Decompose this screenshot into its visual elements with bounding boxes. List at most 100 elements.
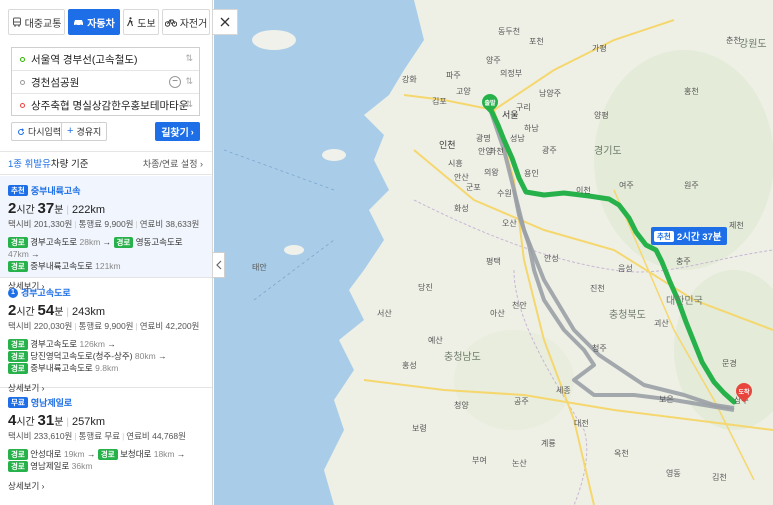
close-icon [220, 17, 230, 27]
transport-mode-tabs: 대중교통 자동차 도보 자전거 [8, 9, 210, 35]
route-name: 경부고속도로 [21, 288, 71, 298]
reset-button[interactable]: 다시입력 [11, 122, 68, 141]
map-label-boryeong: 보령 [412, 424, 427, 433]
route-option[interactable]: 추천 중부내륙고속 2 시간 37 분 | 222km 택시비 201,330원 | 통행료… [0, 176, 212, 291]
refresh-icon [18, 127, 25, 135]
map-label-hwaseong: 화성 [454, 204, 469, 213]
map-label-seosan: 서산 [377, 309, 392, 318]
vehicle-basis-bar: 1종 휘발유 차량 기준 차종/연료 설정 › [0, 151, 212, 175]
map-label-yongin: 용인 [524, 169, 539, 178]
drag-handle-icon[interactable]: ⇅ [185, 77, 193, 86]
map-label-sejong: 세종 [556, 386, 571, 395]
map-label-chungnam: 충청남도 [444, 352, 481, 363]
map-label-suwon: 수원 [497, 189, 512, 198]
map-label-gyeonggi: 경기도 [594, 146, 622, 157]
map-label-uiwang: 의왕 [484, 168, 499, 177]
add-waypoint-button[interactable]: + 경유지 [61, 122, 108, 141]
waypoint-dot-icon [20, 79, 25, 85]
map-label-paju: 파주 [446, 71, 461, 80]
map-label-incheon: 인천 [439, 140, 456, 150]
map-label-wonju: 원주 [684, 181, 699, 190]
tab-car[interactable]: 자동차 [68, 9, 120, 35]
map-label-mungyeong: 문경 [722, 359, 737, 368]
map-label-jecheon: 제천 [729, 221, 744, 230]
map-label-cheongju: 청주 [592, 344, 607, 353]
route-tag: 무료 [8, 397, 28, 408]
route-option[interactable]: 1 경부고속도로 2 시간 54 분 | 243km 택시비 220,030원 | 통행료 … [0, 278, 212, 393]
drag-handle-icon[interactable]: ⇅ [185, 54, 193, 63]
map-label-yesan: 예산 [428, 336, 443, 345]
map-label-namyangju: 남양주 [539, 89, 562, 98]
directions-panel: 대중교통 자동차 도보 자전거 서울역 경부선(고속철도) ⇅ 경천섬공원 − … [0, 0, 213, 505]
route-time-label[interactable]: 추천 2시간 37분 [651, 227, 727, 245]
remove-waypoint-icon[interactable]: − [169, 76, 181, 88]
tab-walk[interactable]: 도보 [123, 9, 159, 35]
waypoint-value: 경천섬공원 [31, 76, 80, 89]
route-costs: 택시비 220,030원 | 통행료 9,900원 | 연료비 42,200원 [8, 321, 200, 331]
waypoint-field[interactable]: 경천섬공원 − ⇅ [12, 71, 199, 94]
map-label-gwangmyeong: 광명 [476, 134, 491, 143]
route-time-tag: 추천 [654, 230, 674, 242]
map-label-chuncheon: 춘천 [726, 36, 741, 45]
map-canvas[interactable] [214, 0, 773, 505]
map-label-pocheon: 포천 [529, 37, 544, 46]
map-label-eumseong: 음성 [618, 264, 633, 273]
map-label-cheongyang: 청양 [454, 401, 469, 410]
destination-field[interactable]: 상주축협 명실상감한우홍보테마타운 ⇅ [12, 94, 199, 117]
map-label-dongducheon: 동두천 [498, 27, 521, 36]
route-costs: 택시비 201,330원 | 통행료 9,900원 | 연료비 38,633원 [8, 219, 200, 229]
bike-icon [164, 19, 177, 27]
route-name: 중부내륙고속 [30, 186, 81, 196]
map-label-chungju: 충주 [676, 257, 691, 266]
map-view[interactable]: 서울 인천 경기도 강원도 충청북도 충청남도 대한민국 수원 이천 여주 충주… [214, 0, 773, 505]
route-duration: 4 시간 31 분 | 257km [8, 412, 106, 429]
close-button[interactable] [213, 9, 238, 35]
tab-bike[interactable]: 자전거 [162, 9, 210, 35]
map-label-gangwon: 강원도 [739, 39, 767, 50]
vehicle-settings-link[interactable]: 차종/연료 설정 › [143, 157, 203, 170]
destination-value: 상주축협 명실상감한우홍보테마타운 [31, 100, 189, 112]
map-label-yeongdong: 영동 [666, 469, 681, 478]
tab-transit[interactable]: 대중교통 [8, 9, 65, 35]
map-label-gyeryong: 계룡 [541, 439, 556, 448]
map-label-taean: 태안 [252, 263, 267, 272]
map-label-gimpo: 김포 [432, 97, 447, 106]
origin-field[interactable]: 서울역 경부선(고속철도) ⇅ [12, 48, 199, 71]
map-label-siheung: 시흥 [448, 159, 463, 168]
route-tag: 추천 [8, 185, 28, 196]
collapse-panel-button[interactable] [213, 252, 225, 278]
find-route-button[interactable]: 길찾기 › [155, 122, 200, 141]
vehicle-type[interactable]: 1종 휘발유 [8, 156, 51, 170]
map-label-gunpo: 군포 [466, 183, 481, 192]
drag-handle-icon[interactable]: ⇅ [185, 100, 193, 109]
map-label-asan: 아산 [490, 309, 505, 318]
route-inputs: 서울역 경부선(고속철도) ⇅ 경천섬공원 − ⇅ 상주축협 명실상감한우홍보테… [11, 47, 200, 116]
map-label-uijeongbu: 의정부 [500, 69, 523, 78]
map-label-gwacheon: 과천 [489, 147, 504, 156]
route-option[interactable]: 무료 영남제일로 4 시간 31 분 | 257km 택시비 233,610원 | 통행료 … [0, 388, 212, 505]
map-label-buyeo: 부여 [472, 456, 487, 465]
route-header: 추천 중부내륙고속 [8, 184, 205, 197]
map-label-nonsan: 논산 [512, 459, 527, 468]
map-label-pyeongtaek: 평택 [486, 257, 501, 266]
map-label-gwangju: 광주 [542, 146, 557, 155]
destination-dot-icon [20, 103, 25, 108]
chevron-left-icon [215, 260, 221, 270]
map-label-anseong: 안성 [544, 254, 559, 263]
bus-icon [12, 17, 21, 27]
chevron-right-icon: › [190, 126, 194, 137]
map-label-hanam: 하남 [524, 124, 539, 133]
map-label-boeun: 보은 [659, 395, 674, 404]
map-label-hongcheon: 홍천 [684, 87, 699, 96]
walk-icon [127, 17, 134, 27]
route-duration: 2 시간 37 분 | 222km [8, 200, 106, 217]
map-label-yangpyeong: 양평 [594, 111, 609, 120]
route-roads: 경로 경부고속도로 126km → 경로 당진영덕고속도로(청주-상주) 80k… [8, 338, 205, 374]
route-details-link[interactable]: 상세보기 › [8, 480, 205, 492]
route-header: 1 경부고속도로 [8, 286, 205, 299]
map-label-cheonan: 천안 [512, 301, 527, 310]
map-label-gongju: 공주 [514, 397, 529, 406]
map-label-chungbuk: 충청북도 [609, 310, 646, 321]
car-icon [74, 20, 84, 27]
map-label-seongnam: 성남 [510, 134, 525, 143]
